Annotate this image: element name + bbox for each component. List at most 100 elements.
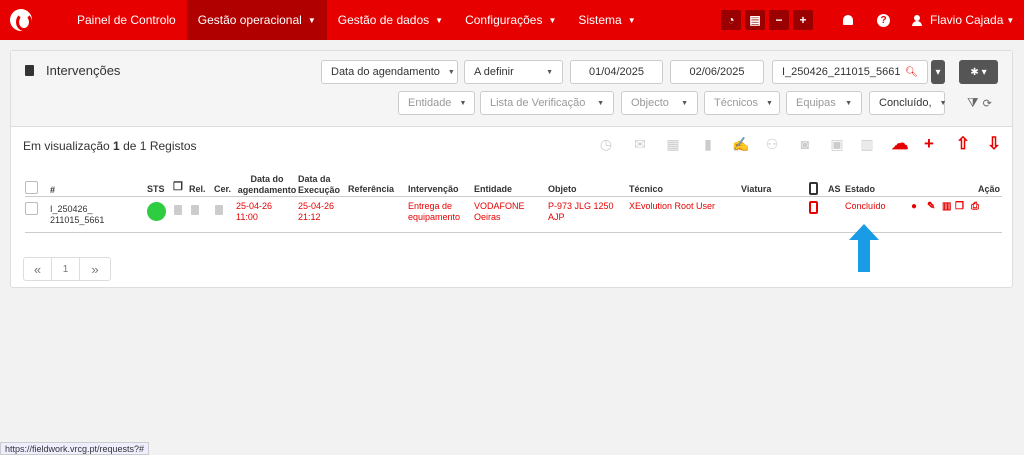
nav-painel-controlo[interactable]: Painel de Controlo: [66, 0, 187, 40]
excel-icon[interactable]: ▣: [829, 136, 845, 152]
col-sts[interactable]: STS: [147, 184, 165, 195]
equipas-select[interactable]: Equipas ▼: [786, 91, 862, 115]
records-count: Em visualização 1 de 1 Registos: [23, 139, 197, 153]
caret-down-icon: ▼: [681, 99, 688, 107]
caret-down-icon: ▼: [447, 68, 455, 76]
col-tecnico[interactable]: Técnico: [629, 184, 663, 195]
cloud-upload-icon[interactable]: ☁: [892, 134, 909, 153]
trash-icon[interactable]: ▥: [859, 136, 875, 152]
search-icon[interactable]: 🔍︎: [905, 67, 918, 78]
user-icon: [912, 14, 922, 26]
col-viatura[interactable]: Viatura: [741, 184, 771, 195]
date-to-input[interactable]: 02/06/2025: [670, 60, 764, 84]
zoom-out-button[interactable]: −: [769, 10, 789, 30]
filters-header: Intervenções Data do agendamento ▼ A defi…: [11, 51, 1012, 127]
row-checkbox[interactable]: [25, 202, 38, 215]
col-intervencao[interactable]: Intervenção: [408, 184, 459, 195]
copy-icon: ❐: [173, 181, 183, 193]
edit-icon[interactable]: ✎: [927, 201, 935, 212]
upload-icon[interactable]: ⇧: [955, 134, 971, 153]
caret-down-icon: ▼: [307, 15, 316, 25]
caret-down-icon: ▼: [435, 15, 444, 25]
caret-down-icon: ▼: [766, 99, 773, 107]
door-icon[interactable]: ▮: [700, 136, 716, 152]
nav-gestao-operacional[interactable]: Gestão operacional ▼: [186, 0, 327, 40]
col-objeto[interactable]: Objeto: [548, 184, 577, 195]
report-icon: [191, 205, 199, 215]
col-referencia[interactable]: Referência: [348, 184, 394, 195]
col-num[interactable]: #: [50, 185, 55, 196]
copy-icon: [174, 205, 182, 215]
date-from-input[interactable]: 01/04/2025: [570, 60, 663, 84]
clock-icon[interactable]: ◷: [598, 136, 614, 152]
col-data-agendamento[interactable]: Data do agendamento: [236, 174, 298, 196]
mail-icon[interactable]: ✉: [632, 136, 648, 152]
refresh-icon[interactable]: ⟳: [983, 98, 992, 110]
period-select[interactable]: A definir ▼: [464, 60, 563, 84]
caret-down-icon: ▼: [1006, 15, 1015, 25]
row-objeto[interactable]: P-973 JLG 1250 AJP: [548, 201, 614, 223]
print-icon[interactable]: ⎙: [971, 201, 979, 212]
user-circle-icon[interactable]: ●: [911, 201, 917, 212]
col-entidade[interactable]: Entidade: [474, 184, 512, 195]
objecto-select[interactable]: Objecto ▼: [621, 91, 698, 115]
header-divider: [25, 196, 1002, 197]
zoom-in-button[interactable]: +: [793, 10, 813, 30]
pagination-page-1[interactable]: 1: [52, 258, 80, 280]
row-entidade[interactable]: VODAFONE Oeiras: [474, 201, 525, 223]
car-icon[interactable]: ◙: [797, 136, 813, 152]
phone-icon: [809, 182, 818, 195]
bell-icon[interactable]: [843, 15, 853, 25]
vodafone-logo-icon[interactable]: [10, 9, 32, 31]
col-cer[interactable]: Cer.: [214, 184, 231, 195]
caret-down-icon: ▼: [845, 99, 852, 107]
col-rel[interactable]: Rel.: [189, 184, 206, 195]
map-icon[interactable]: ▦: [665, 136, 681, 152]
download-icon[interactable]: ⇩: [986, 134, 1002, 153]
clear-filter-icon[interactable]: ⧩ ⟳: [967, 95, 992, 111]
estado-select[interactable]: Concluído, ▼: [869, 91, 947, 115]
row-data-execucao: 25-04-26 21:12: [298, 201, 335, 222]
tecnicos-select[interactable]: Técnicos ▼: [704, 91, 780, 115]
browser-status-bar: https://fieldwork.vrcg.pt/requests?#: [0, 442, 150, 455]
col-estado[interactable]: Estado: [845, 184, 875, 195]
caret-down-icon: ▼: [548, 15, 557, 25]
search-options-button[interactable]: ▾: [931, 60, 945, 84]
date-type-select[interactable]: Data do agendamento ▼: [321, 60, 458, 84]
chat-icon[interactable]: ◔: [721, 10, 741, 30]
nav-sistema[interactable]: Sistema ▼: [567, 0, 646, 40]
col-data-execucao[interactable]: Data da Execução: [298, 174, 354, 196]
pagination-prev[interactable]: «: [24, 258, 52, 280]
help-icon[interactable]: ?: [877, 13, 890, 27]
gear-icon[interactable]: ✱ ▾: [959, 60, 998, 84]
entidade-select[interactable]: Entidade ▼: [398, 91, 475, 115]
row-number[interactable]: I_250426_ 211015_5661: [50, 204, 104, 226]
page-title: Intervenções: [25, 63, 120, 78]
row-intervencao[interactable]: Entrega de equipamento: [408, 201, 460, 223]
caret-down-icon: ▼: [459, 99, 467, 107]
search-input[interactable]: I_250426_211015_5661 🔍︎: [772, 60, 928, 84]
id-card-icon[interactable]: ▤: [745, 10, 765, 30]
caret-down-icon: ▼: [627, 15, 636, 25]
arrow-up-icon: [849, 224, 879, 272]
users-icon[interactable]: ⚇: [764, 136, 780, 152]
select-all-checkbox[interactable]: [25, 181, 38, 194]
row-tecnico[interactable]: XEvolution Root User: [629, 201, 715, 212]
status-dot: [147, 202, 166, 221]
add-icon[interactable]: +: [921, 134, 937, 153]
signature-icon[interactable]: ✍: [732, 136, 749, 152]
caret-down-icon: ▼: [546, 68, 553, 76]
user-menu[interactable]: Flavio Cajada: [930, 13, 1003, 27]
top-navbar: Painel de Controlo Gestão operacional ▼ G…: [0, 0, 1024, 40]
pagination-next[interactable]: »: [80, 258, 110, 280]
nav-tool-icons: ◔ ▤ − +: [721, 10, 813, 30]
col-as[interactable]: AS: [828, 184, 841, 195]
duplicate-icon[interactable]: ❐: [955, 201, 964, 212]
checklist-select[interactable]: Lista de Verificação ▼: [480, 91, 614, 115]
caret-down-icon: ▼: [597, 99, 604, 107]
document-icon: [25, 65, 34, 76]
page-title-text: Intervenções: [46, 63, 121, 78]
nav-gestao-dados[interactable]: Gestão de dados ▼: [327, 0, 454, 40]
nav-configuracoes[interactable]: Configurações ▼: [454, 0, 567, 40]
delete-icon[interactable]: ▥: [942, 201, 951, 212]
